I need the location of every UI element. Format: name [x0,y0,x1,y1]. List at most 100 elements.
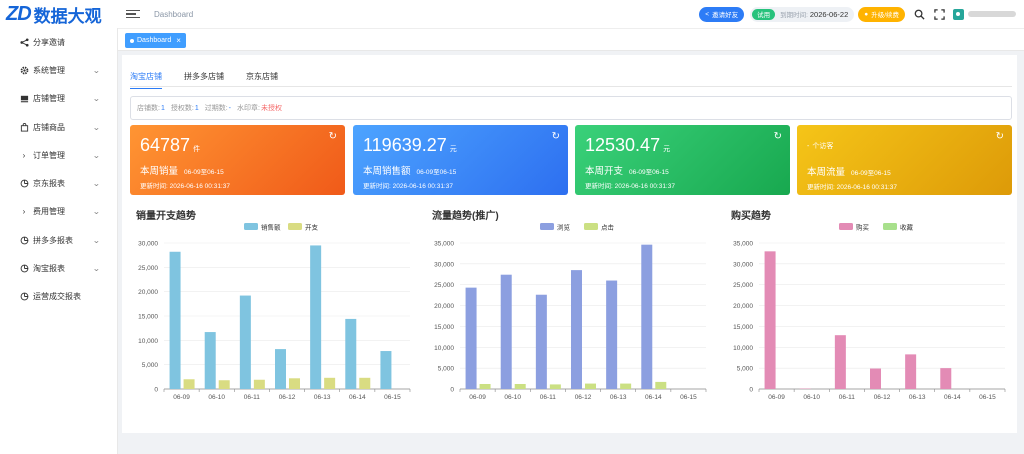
x-tick-label: 06-13 [610,394,627,401]
chart-purchase: 购买 收藏 0 5,000 10,000 15,000 20,000 25,000 30,000… [717,200,1017,430]
sidebar-item-expenses[interactable]: › 费用管理 ⌄ [0,198,117,226]
sidebar-item-orders[interactable]: › 订单管理 ⌄ [0,141,117,169]
x-tick-label: 06-10 [208,394,225,401]
refresh-icon[interactable]: ↻ [774,131,782,142]
y-tick-label: 15,000 [138,314,158,321]
tags-view: Dashboard × [118,28,1024,51]
invite-label: 邀请好友 [712,12,739,19]
y-tick-label: 30,000 [434,261,454,268]
store-count: 1 [160,104,165,112]
legend-swatch [540,223,554,230]
sidebar-item-label: 分享邀请 [33,37,65,47]
sidebar-item-pdd-report[interactable]: 拼多多报表 ⌄ [0,226,117,254]
y-tick-label: 5,000 [142,362,159,369]
sidebar-item-label: 淘宝报表 [33,264,65,274]
x-tick-label: 06-12 [874,394,891,401]
legend-label: 浏览 [557,223,571,232]
legend-swatch [883,223,897,230]
card-range: 06-09至06-15 [851,170,891,177]
search-icon[interactable] [913,8,925,20]
sidebar-item-jd-report[interactable]: 京东报表 ⌄ [0,169,117,197]
sidebar-item-products[interactable]: 店铺商品 ⌄ [0,113,117,141]
sidebar-item-share[interactable]: 分享邀请 [0,28,117,56]
stat-card-traffic: - 个访客 ↻ 本周流量 06-09至06-15 更新时间: 2026-06-16 … [797,125,1012,195]
card-updated: 更新时间: 2026-06-16 00:31:37 [140,183,230,190]
y-tick-label: 0 [154,387,158,394]
tag-label: Dashboard [137,37,172,44]
bar-secondary [183,379,195,389]
bar-primary [641,244,653,389]
tag-dashboard[interactable]: Dashboard × [125,33,186,48]
bar-primary [571,270,582,389]
x-tick-label: 06-14 [349,394,366,401]
y-tick-label: 10,000 [138,338,158,345]
bar-secondary [549,384,561,389]
bar-primary [465,287,477,389]
trial-label: 试用 [757,12,771,19]
avatar[interactable] [953,8,964,20]
upgrade-button[interactable]: ● 升级/续费 [858,6,905,22]
bar-secondary [359,377,371,389]
logo-text: 数据大观 [33,6,102,26]
legend-label: 购买 [856,223,870,232]
chevron-down-icon: ⌄ [92,150,101,160]
bar-primary [940,368,952,389]
card-range: 06-09至06-15 [629,169,669,176]
x-tick-label: 06-13 [314,394,331,401]
legend-swatch [839,223,853,230]
bar-secondary [253,379,265,389]
y-tick-label: 15,000 [434,324,454,331]
chevron-down-icon: ⌄ [92,179,101,189]
app-logo[interactable]: ZD 数据大观 [0,0,118,28]
card-title: 本周流量 [807,167,846,178]
watermark-label: 水印章: [237,105,260,112]
upgrade-label: 升级/续费 [871,12,899,19]
legend-label: 收藏 [900,223,914,232]
sidebar-item-system[interactable]: 系统管理 ⌄ [0,56,117,84]
breadcrumb[interactable]: Dashboard [154,10,193,19]
chart-traffic-svg: 浏览 点击 0 5,000 10,000 15,000 20,000 25,000 30,000… [434,223,707,401]
sidebar-item-store[interactable]: 店铺管理 ⌄ [0,85,117,113]
bar-secondary [620,383,632,389]
refresh-icon[interactable]: ↻ [996,131,1004,142]
x-tick-label: 06-15 [680,394,697,401]
tabs-divider [130,86,1012,87]
x-tick-label: 06-15 [979,394,996,401]
username-blurred[interactable] [968,11,1016,17]
stat-card-sales-volume: 64787 件 ↻ 本周销量 06-09至06-15 更新时间: 2026-06-1… [130,125,345,195]
y-tick-label: 20,000 [138,289,158,296]
y-tick-label: 10,000 [733,345,753,352]
bar-secondary [479,383,491,389]
x-tick-label: 06-12 [279,394,296,401]
card-value: 64787 [140,135,191,155]
share-icon [19,38,29,47]
close-icon[interactable]: × [176,36,181,45]
refresh-icon[interactable]: ↻ [552,131,560,142]
invite-friends-button[interactable]: < 邀请好友 [699,6,745,22]
card-unit: 个访客 [812,143,834,150]
sidebar-item-label: 订单管理 [33,150,65,160]
chevron-down-icon: ⌄ [92,122,101,132]
auth-count-label: 授权数: [170,105,194,112]
menu-toggle-icon[interactable] [126,9,140,19]
bar-secondary [289,378,300,389]
bar-secondary [324,377,336,389]
chart-purchase-svg: 购买 收藏 0 5,000 10,000 15,000 20,000 25,000 30,000… [733,223,1006,401]
sidebar-item-label: 京东报表 [33,179,65,189]
legend-swatch [244,223,258,230]
y-tick-label: 20,000 [434,303,454,310]
refresh-icon[interactable]: ↻ [329,131,337,142]
y-tick-label: 25,000 [138,265,158,272]
y-tick-label: 30,000 [138,241,158,248]
sidebar-item-operations-report[interactable]: 运营成交报表 [0,283,117,311]
fullscreen-icon[interactable] [933,8,945,20]
x-tick-label: 06-11 [540,394,557,401]
x-tick-label: 06-11 [244,394,261,401]
chevron-down-icon: ⌄ [92,94,101,104]
pie-chart-icon [19,264,29,273]
pie-chart-icon [19,236,29,245]
watermark-status[interactable]: 未授权 [261,103,282,113]
trial-status: 试用 到期时间: 2026-06-22 [750,6,855,22]
sidebar-item-taobao-report[interactable]: 淘宝报表 ⌄ [0,254,117,282]
bar-primary [275,349,286,389]
